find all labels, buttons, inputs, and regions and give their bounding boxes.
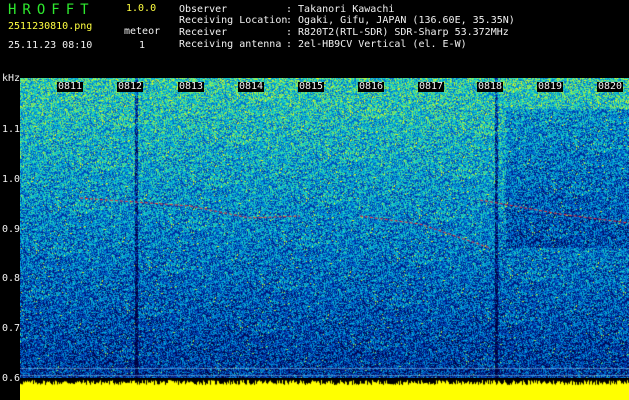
signal-activity-strip (20, 378, 629, 400)
time-tick-0811: 0811 (57, 81, 84, 92)
app-title: HROFFT (8, 2, 95, 18)
y-tick-0.8: 0.8 (2, 273, 21, 284)
spectrogram-canvas (20, 78, 629, 380)
info-label-receiver: Receiver (179, 27, 228, 38)
header-panel: HROFFT 1.0.0 2511230810.png 25.11.23 08:… (0, 0, 629, 76)
y-tick-0.7: 0.7 (2, 323, 21, 334)
app-version: 1.0.0 (126, 3, 157, 14)
meteor-label: meteor (124, 26, 161, 37)
y-tick-1.1: 1.1 (2, 124, 21, 135)
time-tick-0815: 0815 (298, 81, 325, 92)
meteor-count: 1 (139, 40, 146, 51)
y-tick-0.6: 0.6 (2, 373, 21, 384)
info-label-location: Receiving Location (179, 15, 288, 26)
time-tick-0816: 0816 (358, 81, 385, 92)
info-value-antenna: : 2el-HB9CV Vertical (el. E-W) (286, 39, 467, 50)
y-tick-0.9: 0.9 (2, 224, 21, 235)
info-label-observer: Observer (179, 4, 228, 15)
timestamp: 25.11.23 08:10 (8, 40, 93, 51)
y-tick-1.0: 1.0 (2, 174, 21, 185)
file-name: 2511230810.png (8, 21, 93, 32)
spectrogram-area (20, 78, 629, 380)
time-tick-0819: 0819 (537, 81, 564, 92)
info-label-antenna: Receiving antenna (179, 39, 282, 50)
info-value-location: : Ogaki, Gifu, JAPAN (136.60E, 35.35N) (286, 15, 515, 26)
time-tick-0817: 0817 (418, 81, 445, 92)
info-value-receiver: : R820T2(RTL-SDR) SDR-Sharp 53.372MHz (286, 27, 509, 38)
time-tick-0820: 0820 (597, 81, 624, 92)
time-tick-0814: 0814 (238, 81, 265, 92)
info-value-observer: : Takanori Kawachi (286, 4, 395, 15)
time-tick-0818: 0818 (477, 81, 504, 92)
time-tick-0812: 0812 (117, 81, 144, 92)
time-tick-0813: 0813 (178, 81, 205, 92)
y-axis-unit: kHz (2, 73, 21, 84)
